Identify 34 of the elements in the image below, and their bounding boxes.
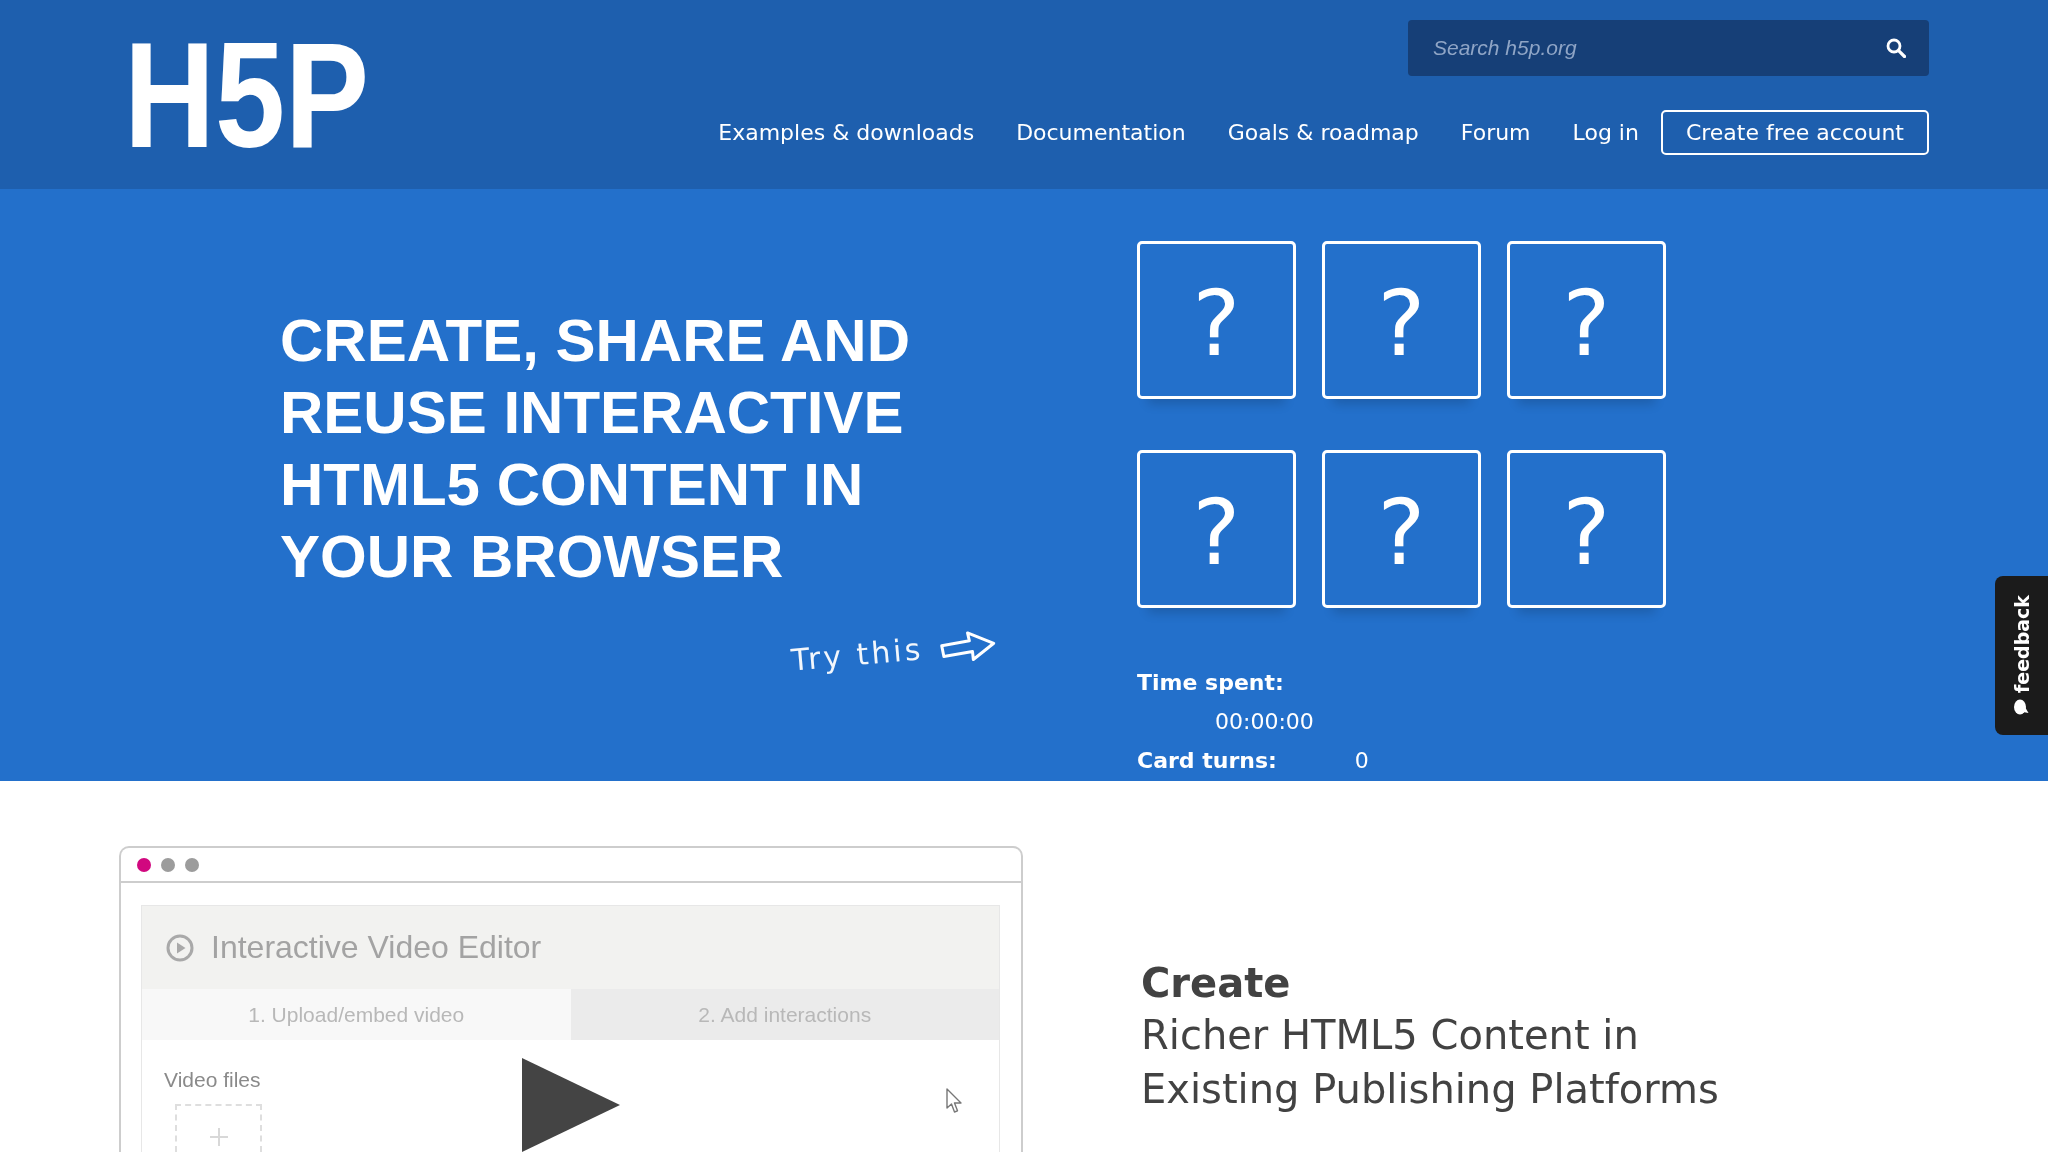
plus-icon: [209, 1128, 228, 1146]
memory-card[interactable]: ?: [1507, 450, 1666, 608]
editor-title: Interactive Video Editor: [211, 929, 542, 966]
cursor-icon: [946, 1088, 964, 1114]
site-logo[interactable]: H5P: [124, 20, 373, 170]
memory-card[interactable]: ?: [1137, 241, 1296, 399]
try-this-hint: Try this: [789, 631, 925, 678]
nav-link[interactable]: Forum: [1460, 120, 1531, 145]
feedback-tab[interactable]: feedback: [1995, 576, 2048, 735]
stat-value: 00:00:00: [1215, 708, 1314, 736]
search-field[interactable]: Search h5p.org: [1408, 20, 1929, 76]
play-circle-icon: [166, 933, 194, 962]
hero-headline: CREATE, SHARE AND REUSE INTERACTIVE HTML5 CONTENT IN YOUR BROWSER: [280, 306, 912, 592]
window-dot-icon: [161, 857, 175, 872]
nav-link[interactable]: Documentation: [1016, 120, 1186, 145]
signup-button[interactable]: Create free account: [1660, 110, 1929, 155]
window-dot-icon: [137, 857, 151, 872]
stat-label: Card turns:: [1137, 748, 1277, 773]
stat-label: Time spent:: [1137, 670, 1284, 695]
speech-bubble-icon: [2013, 699, 2030, 716]
play-icon[interactable]: [522, 1058, 620, 1152]
nav-link[interactable]: Goals & roadmap: [1227, 120, 1419, 145]
feature-subheading: Richer HTML5 Content in Existing Publishing Platforms: [1141, 1011, 1720, 1114]
field-label: Video files: [164, 1067, 261, 1093]
memory-card[interactable]: ?: [1137, 450, 1296, 608]
window-dot-icon: [185, 857, 199, 872]
memory-card[interactable]: ?: [1507, 241, 1666, 399]
stat-value: 0: [1354, 747, 1369, 775]
memory-card[interactable]: ?: [1322, 450, 1481, 608]
memory-card[interactable]: ?: [1322, 241, 1481, 399]
feature-heading: Create: [1141, 959, 1292, 1007]
nav-link[interactable]: Log in: [1572, 120, 1639, 145]
nav-link[interactable]: Examples & downloads: [718, 120, 975, 145]
search-icon[interactable]: [1886, 38, 1906, 58]
